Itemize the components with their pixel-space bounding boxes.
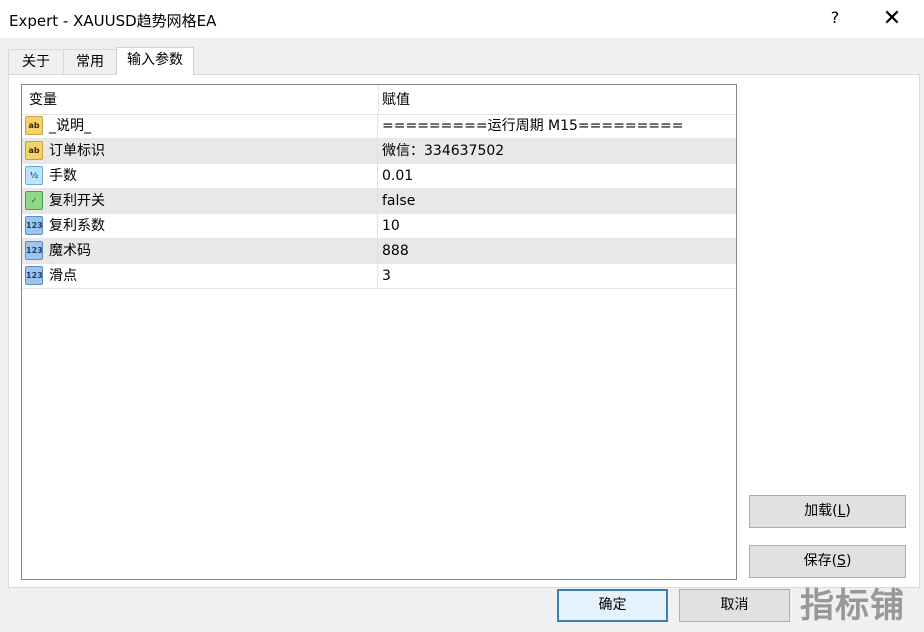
integer-icon: 123 [25, 216, 43, 235]
parameter-name: 复利系数 [49, 218, 105, 234]
parameter-value[interactable]: 0.01 [382, 164, 413, 188]
parameter-row[interactable]: ✓ 复利开关 false [22, 189, 736, 214]
tab-about[interactable]: 关于 [8, 49, 64, 75]
parameter-row[interactable]: 123 滑点 3 [22, 264, 736, 289]
save-button-hotkey: S [837, 553, 846, 569]
parameter-name-cell: ab 订单标识 [22, 139, 378, 163]
column-header-variable[interactable]: 变量 [22, 85, 379, 114]
parameters-grid[interactable]: 变量 赋值 ab _说明_ =========运行周期 M15=========… [21, 84, 737, 580]
parameter-row[interactable]: ab 订单标识 微信：334637502 [22, 139, 736, 164]
parameter-name-cell: ab _说明_ [22, 114, 378, 138]
parameter-name-cell: ½ 手数 [22, 164, 378, 188]
parameter-value[interactable]: =========运行周期 M15========= [382, 114, 684, 138]
parameter-value[interactable]: 3 [382, 264, 391, 288]
parameter-name: 手数 [49, 168, 77, 184]
tab-common[interactable]: 常用 [63, 49, 117, 75]
parameter-name: 魔术码 [49, 243, 91, 259]
title-bar: Expert - XAUUSD趋势网格EA ? ✕ [0, 0, 924, 38]
parameter-row[interactable]: 123 复利系数 10 [22, 214, 736, 239]
parameter-row[interactable]: ½ 手数 0.01 [22, 164, 736, 189]
parameter-value[interactable]: 10 [382, 214, 400, 238]
watermark-logo: 指标铺 [800, 586, 905, 626]
parameter-value[interactable]: false [382, 189, 415, 213]
load-button-suffix: ) [845, 503, 851, 519]
tab-inputs[interactable]: 输入参数 [116, 47, 194, 75]
integer-icon: 123 [25, 241, 43, 260]
load-button-label: 加载( [804, 503, 838, 519]
window-title: Expert - XAUUSD趋势网格EA [9, 12, 217, 30]
parameter-row[interactable]: ab _说明_ =========运行周期 M15========= [22, 114, 736, 139]
cancel-button[interactable]: 取消 [679, 589, 790, 622]
parameter-name: 订单标识 [49, 143, 105, 159]
parameter-name: _说明_ [49, 118, 91, 134]
grid-header: 变量 赋值 [22, 85, 736, 115]
parameter-name-cell: 123 复利系数 [22, 214, 378, 238]
ok-button[interactable]: 确定 [557, 589, 668, 622]
parameter-value[interactable]: 888 [382, 239, 409, 263]
parameter-name: 复利开关 [49, 193, 105, 209]
bool-icon: ✓ [25, 191, 43, 210]
parameter-name: 滑点 [49, 268, 77, 284]
string-icon: ab [25, 141, 43, 160]
close-button[interactable]: ✕ [878, 6, 906, 32]
string-icon: ab [25, 116, 43, 135]
help-button[interactable]: ? [826, 8, 844, 30]
parameter-name-cell: ✓ 复利开关 [22, 189, 378, 213]
parameter-value[interactable]: 微信：334637502 [382, 139, 504, 163]
save-button[interactable]: 保存(S) [749, 545, 906, 578]
parameter-row[interactable]: 123 魔术码 888 [22, 239, 736, 264]
column-header-value[interactable]: 赋值 [379, 85, 732, 114]
save-button-suffix: ) [845, 553, 852, 569]
save-button-label: 保存( [803, 553, 838, 569]
load-button[interactable]: 加载(L) [749, 495, 906, 528]
parameter-name-cell: 123 魔术码 [22, 239, 378, 263]
parameter-name-cell: 123 滑点 [22, 264, 378, 288]
integer-icon: 123 [25, 266, 43, 285]
double-icon: ½ [25, 166, 43, 185]
